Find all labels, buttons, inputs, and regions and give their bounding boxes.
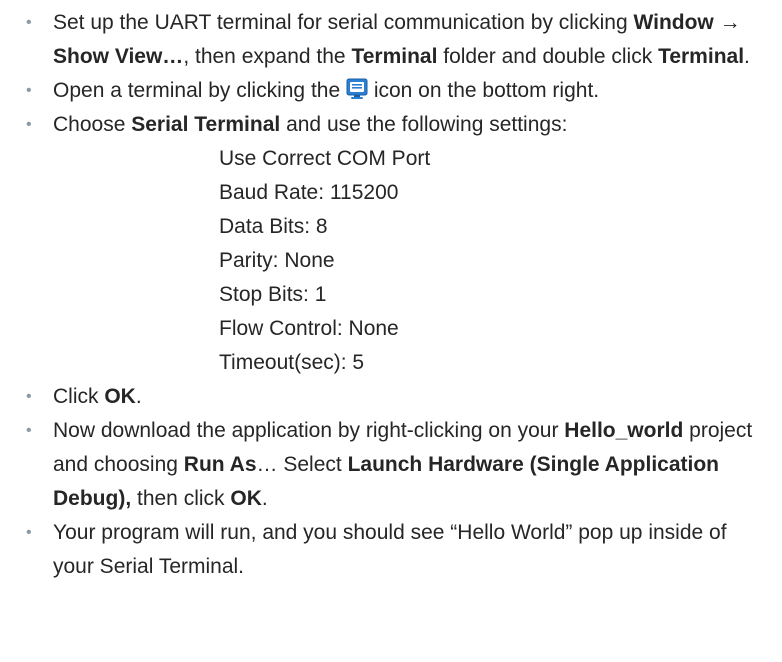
bold-text: OK [104, 385, 136, 408]
setting-line: Flow Control: None [219, 317, 399, 340]
terminal-monitor-icon [346, 77, 368, 99]
text-run: and use the following settings: [280, 113, 568, 136]
text-run: . [744, 45, 750, 68]
text-run: Click [53, 385, 105, 408]
bold-text: Hello_world [564, 419, 684, 442]
bullet-marker: • [26, 422, 32, 439]
list-item: • Now download the application by right-c… [22, 414, 772, 516]
text-run: . [135, 385, 142, 408]
list-item: • Set up the UART terminal for serial com… [22, 6, 772, 74]
bold-text: Serial Terminal [131, 113, 281, 136]
bold-text: Terminal [351, 45, 438, 68]
text-run: folder and double click [437, 45, 659, 68]
text-run: icon on the bottom right. [367, 79, 600, 102]
text-run: Choose [53, 113, 132, 136]
setting-line: Baud Rate: 115200 [219, 181, 399, 204]
list-item: • Click OK. [22, 380, 772, 414]
text-run: Your program will run, and you should se… [53, 521, 727, 578]
list-item: • Open a terminal by clicking the icon on… [22, 74, 772, 108]
bullet-marker: • [26, 14, 32, 31]
serial-settings-list: Use Correct COM Port Baud Rate: 115200 Dat… [53, 142, 772, 380]
bullet-marker: • [26, 82, 32, 99]
bullet-marker: • [26, 524, 32, 541]
instruction-list: • Set up the UART terminal for serial com… [22, 6, 772, 584]
setting-line: Data Bits: 8 [219, 215, 328, 238]
list-item: • Your program will run, and you should s… [22, 516, 772, 584]
instruction-document: • Set up the UART terminal for serial com… [0, 0, 782, 662]
text-run: . [261, 487, 268, 510]
bold-text: Terminal [658, 45, 745, 68]
text-run: Open a terminal by clicking the [53, 79, 346, 102]
text-run: , then expand the [183, 45, 352, 68]
setting-line: Stop Bits: 1 [219, 283, 327, 306]
list-item: • Choose Serial Terminal and use the foll… [22, 108, 772, 380]
bullet-marker: • [26, 116, 32, 133]
setting-line: Use Correct COM Port [219, 147, 431, 170]
bold-text: OK [230, 487, 262, 510]
setting-line: Parity: None [219, 249, 335, 272]
text-run: Set up the UART terminal for serial comm… [53, 11, 634, 34]
setting-line: Timeout(sec): 5 [219, 351, 365, 374]
text-run: … Select [256, 453, 348, 476]
text-run: Now download the application by right-cl… [53, 419, 565, 442]
text-run: then click [131, 487, 231, 510]
bullet-marker: • [26, 388, 32, 405]
bold-text: Run As [183, 453, 257, 476]
